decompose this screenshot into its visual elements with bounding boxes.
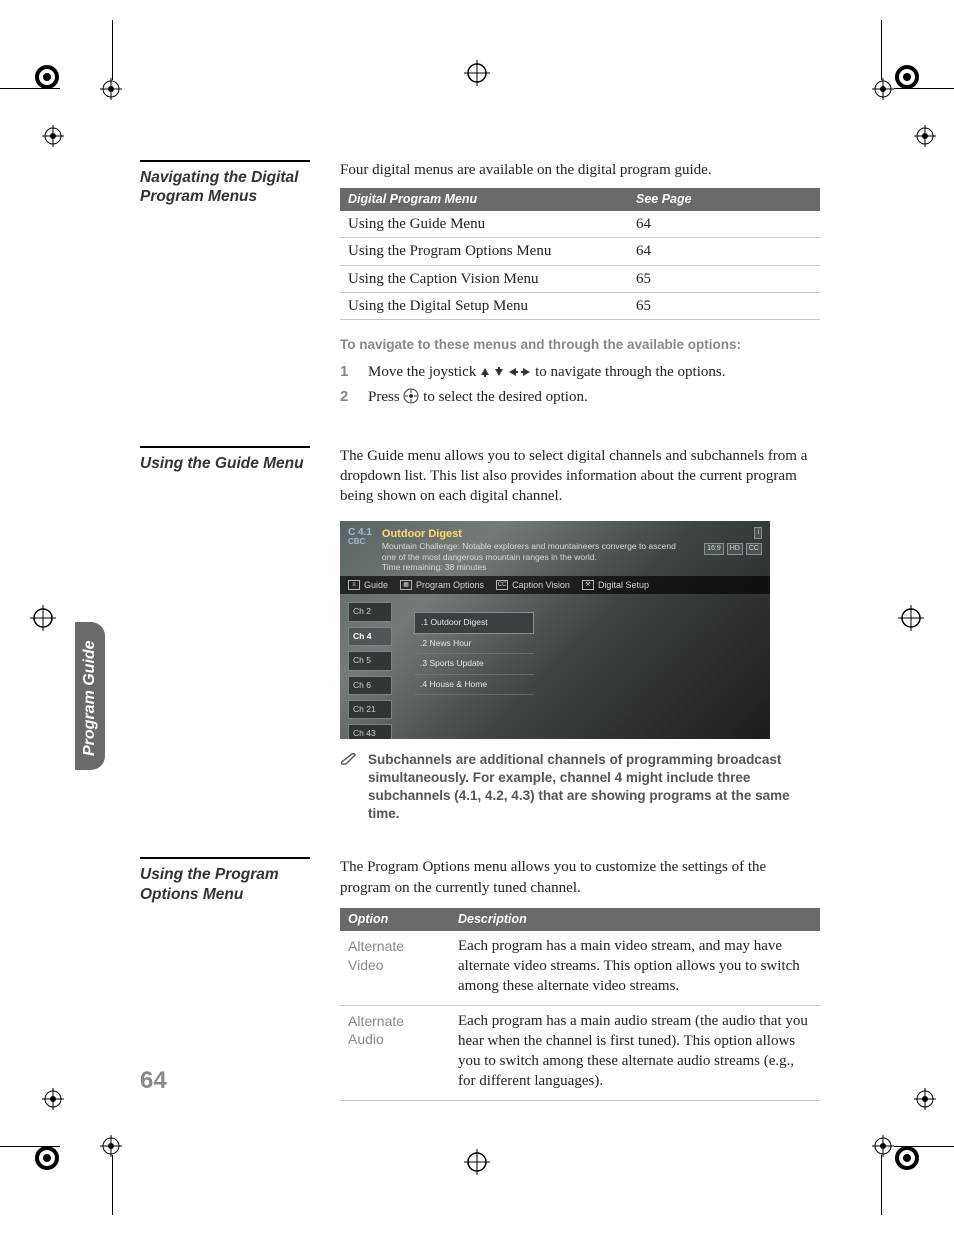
crop-mark-icon: [872, 78, 894, 100]
crop-mark-icon: [112, 1155, 113, 1215]
col-header: Digital Program Menu: [340, 188, 628, 211]
list-item: Ch 43: [348, 724, 392, 738]
option-name: Alternate Video: [340, 931, 450, 1005]
table-row: Using the Guide Menu64: [340, 211, 820, 238]
section-program-options: Using the Program Options Menu The Progr…: [140, 857, 820, 1100]
list-item: .4 House & Home: [414, 675, 534, 695]
table-row: Using the Caption Vision Menu65: [340, 265, 820, 292]
shot-network: CBC: [348, 538, 372, 547]
crop-mark-icon: [464, 1149, 490, 1175]
list-item: Ch 4: [348, 627, 392, 646]
body-text: The Program Options menu allows you to c…: [340, 857, 820, 898]
tools-icon: ⚒: [582, 580, 594, 590]
info-icon: i: [754, 527, 762, 539]
arrow-up-icon: [480, 364, 490, 380]
hd-badge: HD: [727, 543, 743, 555]
arrow-down-icon: [494, 364, 504, 380]
crop-mark-icon: [894, 1146, 954, 1147]
shot-tab-digital-setup: ⚒Digital Setup: [582, 579, 649, 591]
step: 2 Press to select the desired option.: [340, 385, 820, 412]
col-header: See Page: [628, 188, 820, 211]
shot-channel-list: Ch 2 Ch 4 Ch 5 Ch 6 Ch 21 Ch 43: [348, 602, 392, 738]
crop-mark-icon: [898, 605, 924, 631]
section-heading: Using the Program Options Menu: [140, 857, 310, 1100]
crop-mark-icon: [881, 20, 882, 80]
option-name: Alternate Audio: [340, 1005, 450, 1100]
shot-time-remaining: Time remaining: 38 minutes: [382, 562, 692, 572]
step: 1 Move the joystick to navigate through …: [340, 360, 820, 384]
crop-mark-icon: [914, 125, 936, 147]
list-item: Ch 21: [348, 700, 392, 719]
option-desc: Each program has a main audio stream (th…: [450, 1005, 820, 1100]
crop-mark-icon: [464, 60, 490, 86]
intro-text: Four digital menus are available on the …: [340, 160, 820, 180]
crop-mark-icon: [100, 1135, 122, 1157]
crop-mark-icon: [0, 1146, 60, 1147]
crop-mark-icon: [914, 1088, 936, 1110]
options-table: OptionDescription Alternate Video Each p…: [340, 908, 820, 1101]
aspect-badge: 16:9: [704, 543, 724, 555]
list-item: .3 Sports Update: [414, 654, 534, 674]
crop-mark-icon: [881, 1155, 882, 1215]
step-number: 1: [340, 362, 354, 382]
shot-channel: C 4.1: [348, 527, 372, 538]
section-heading: Using the Guide Menu: [140, 446, 310, 824]
shot-tab-guide: ≡Guide: [348, 579, 388, 591]
arrow-right-icon: [521, 364, 531, 380]
section-guide-menu: Using the Guide Menu The Guide menu allo…: [140, 446, 820, 824]
note-text: Subchannels are additional channels of p…: [368, 751, 820, 824]
note-block: Subchannels are additional channels of p…: [340, 751, 820, 824]
list-item: Ch 5: [348, 651, 392, 670]
list-item: Ch 2: [348, 602, 392, 621]
crop-mark-icon: [42, 125, 64, 147]
cc-icon: CC: [496, 580, 508, 590]
grid-icon: ▦: [400, 580, 412, 590]
shot-badge-group: i 16:9 HD CC: [704, 527, 762, 555]
table-row: Alternate Audio Each program has a main …: [340, 1005, 820, 1100]
crop-mark-icon: [0, 88, 60, 89]
list-item: Ch 6: [348, 676, 392, 695]
table-row: Alternate Video Each program has a main …: [340, 931, 820, 1005]
menu-reference-table: Digital Program MenuSee Page Using the G…: [340, 188, 820, 320]
list-icon: ≡: [348, 580, 360, 590]
crop-mark-icon: [112, 20, 113, 80]
shot-subchannel-list: .1 Outdoor Digest .2 News Hour .3 Sports…: [414, 612, 534, 738]
shot-tab-program-options: ▦Program Options: [400, 579, 484, 591]
option-desc: Each program has a main video stream, an…: [450, 931, 820, 1005]
section-navigating: Navigating the Digital Program Menus Fou…: [140, 160, 820, 412]
table-row: Using the Program Options Menu64: [340, 238, 820, 265]
select-button-icon: [403, 388, 419, 410]
guide-menu-screenshot: C 4.1 CBC Outdoor Digest Mountain Challe…: [340, 521, 770, 739]
crop-mark-icon: [100, 78, 122, 100]
shot-tab-caption-vision: CCCaption Vision: [496, 579, 570, 591]
table-row: Using the Digital Setup Menu65: [340, 292, 820, 319]
col-header: Description: [450, 908, 820, 931]
list-item: .2 News Hour: [414, 634, 534, 654]
crop-mark-icon: [30, 605, 56, 631]
cc-badge: CC: [746, 543, 762, 555]
body-text: The Guide menu allows you to select digi…: [340, 446, 820, 507]
section-heading: Navigating the Digital Program Menus: [140, 160, 310, 412]
crop-mark-icon: [42, 1088, 64, 1110]
note-icon: [340, 751, 358, 824]
side-tab-label: Program Guide: [75, 622, 105, 770]
shot-description: Mountain Challenge: Notable explorers an…: [382, 541, 692, 561]
instruction-lead: To navigate to these menus and through t…: [340, 336, 820, 354]
col-header: Option: [340, 908, 450, 931]
list-item: .1 Outdoor Digest: [414, 612, 534, 633]
crop-mark-icon: [872, 1135, 894, 1157]
step-number: 2: [340, 387, 354, 410]
crop-mark-icon: [894, 88, 954, 89]
arrow-left-icon: [508, 364, 518, 380]
shot-title: Outdoor Digest: [382, 527, 692, 542]
